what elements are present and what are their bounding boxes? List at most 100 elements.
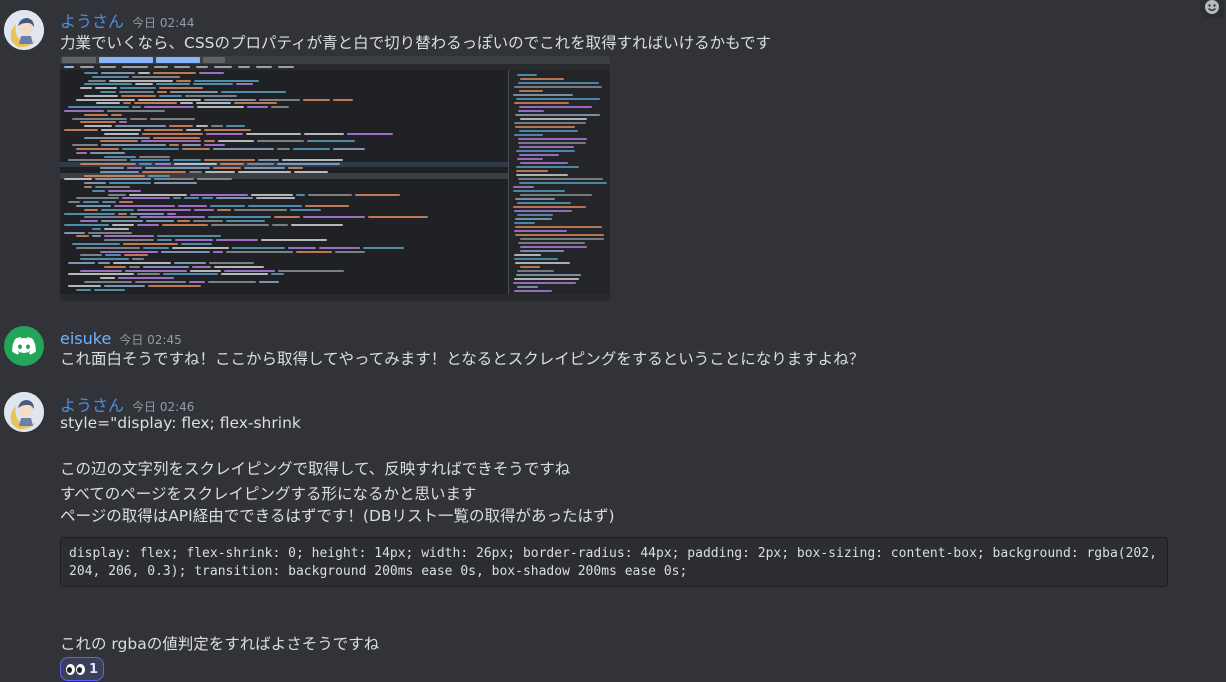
code-line-segment <box>293 148 330 150</box>
avatar-eisuke[interactable] <box>4 326 44 366</box>
code-line-segment <box>137 273 160 276</box>
code-line-segment <box>101 208 134 211</box>
code-line-segment <box>123 102 131 105</box>
code-line-segment <box>88 231 132 234</box>
style-line-segment <box>515 126 575 128</box>
code-line-segment <box>68 159 127 162</box>
code-line-segment <box>76 98 135 101</box>
code-line-segment <box>84 83 132 86</box>
code-line-segment <box>226 220 265 223</box>
code-line-segment <box>213 167 241 169</box>
code-line-segment <box>138 98 201 101</box>
code-line-segment <box>205 170 235 173</box>
code-line-segment <box>355 193 400 196</box>
message-text: これの rgbaの値判定をすればよさそうですね <box>60 635 380 653</box>
code-line-segment <box>80 87 92 90</box>
code-line-segment <box>181 243 212 245</box>
avatar-yousan[interactable] <box>4 392 44 432</box>
code-line-segment <box>100 250 158 253</box>
message-text: これ面白そうですね！ここから取得してやってみます！となるとスクレイピングをすると… <box>60 350 865 368</box>
code-line-segment <box>193 220 223 223</box>
code-line-segment <box>104 265 126 268</box>
timestamp: 今日 02:46 <box>132 400 195 414</box>
code-line-segment <box>248 205 302 207</box>
code-line-segment <box>156 83 190 86</box>
code-line-segment <box>157 235 221 238</box>
code-line-segment <box>135 83 153 86</box>
code-line-segment <box>190 193 248 196</box>
code-line-segment <box>96 102 120 105</box>
code-line-segment <box>109 182 151 185</box>
code-line-segment <box>258 159 279 162</box>
code-line-segment <box>142 170 186 173</box>
reaction-count: 1 <box>88 661 99 677</box>
code-line-segment <box>84 94 118 97</box>
style-line-segment <box>516 274 581 276</box>
code-line-segment <box>76 246 140 249</box>
eyes-emoji-icon <box>65 663 85 675</box>
style-line-segment <box>519 154 559 156</box>
code-line-segment <box>157 91 167 93</box>
code-line-segment <box>204 98 256 101</box>
code-line-segment <box>111 113 122 116</box>
emoji-picker-icon[interactable] <box>1200 0 1224 18</box>
code-line-segment <box>234 102 277 105</box>
code-line-segment <box>92 235 101 238</box>
message-text: 力業でいくなら、CSSのプロパティが青と白で切り替わるっぽいのでこれを取得すれば… <box>60 34 771 52</box>
screenshot-attachment[interactable] <box>60 56 610 301</box>
message-text: ページの取得はAPI経由でできるはずです！(DBリスト一覧の取得があったはず) <box>60 507 615 525</box>
code-line-segment <box>278 269 344 272</box>
style-line-segment <box>517 286 538 288</box>
style-line-segment <box>517 214 553 216</box>
anime-avatar-icon <box>4 392 44 432</box>
code-line-segment <box>118 277 174 280</box>
style-line-segment <box>514 290 552 292</box>
code-line-segment <box>154 178 194 181</box>
code-line-segment <box>159 94 182 97</box>
code-line-segment <box>217 208 231 211</box>
code-line-segment <box>121 94 156 97</box>
style-line-segment <box>514 230 567 232</box>
style-line-segment <box>516 150 575 152</box>
code-line-segment <box>140 216 205 219</box>
code-line-segment <box>84 186 92 188</box>
avatar-yousan[interactable] <box>4 10 44 50</box>
code-line-segment <box>119 91 154 93</box>
style-line-segment <box>517 158 543 160</box>
code-line-segment <box>113 262 171 264</box>
username[interactable]: ようさん <box>60 8 124 32</box>
code-line-segment <box>173 159 201 162</box>
username[interactable]: ようさん <box>60 392 124 416</box>
code-line-segment <box>119 121 127 124</box>
code-line-segment <box>159 87 203 90</box>
code-line-segment <box>213 250 223 253</box>
style-line-segment <box>518 82 599 84</box>
code-line-segment <box>216 197 253 200</box>
code-line-segment <box>145 167 210 169</box>
code-line-segment <box>129 265 140 268</box>
code-line-segment <box>182 148 210 150</box>
code-line-segment <box>154 182 197 185</box>
username[interactable]: eisuke <box>60 329 111 348</box>
code-line-segment <box>261 239 327 242</box>
code-line-segment <box>277 163 340 166</box>
style-line-segment <box>519 130 578 132</box>
code-block[interactable]: display: flex; flex-shrink: 0; height: 1… <box>60 537 1168 587</box>
code-line-segment <box>132 258 144 261</box>
code-line-segment <box>130 212 164 215</box>
reaction-eyes[interactable]: 1 <box>60 657 104 681</box>
style-line-segment <box>518 178 603 180</box>
message-text: この辺の文字列をスクレイピングで取得して、反映すればできそうですね <box>60 460 571 478</box>
code-line-segment <box>211 125 223 128</box>
code-line-segment <box>185 94 237 97</box>
code-line-segment <box>72 243 120 245</box>
devtools-infobar <box>60 56 610 64</box>
style-line-segment <box>520 246 587 248</box>
code-line-segment <box>303 98 330 101</box>
code-line-segment <box>288 246 316 249</box>
code-line-segment <box>259 98 300 101</box>
code-line-segment <box>347 132 393 135</box>
style-line-segment <box>520 250 564 252</box>
code-line-segment <box>199 72 224 74</box>
code-line-segment <box>247 106 268 109</box>
